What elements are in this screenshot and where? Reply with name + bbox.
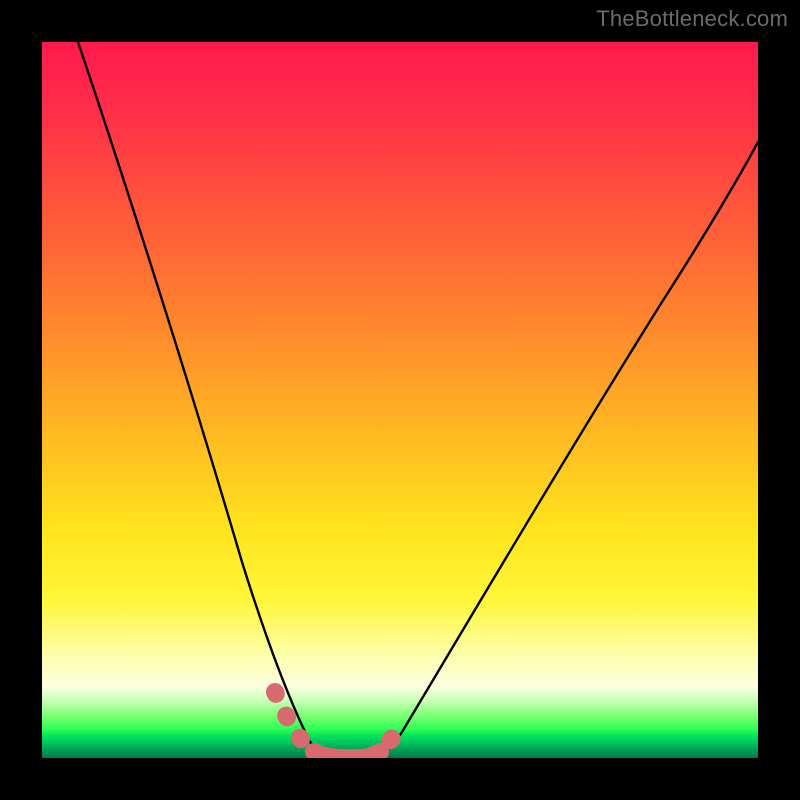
bottom-marker-flat bbox=[314, 752, 380, 758]
main-curve bbox=[78, 42, 758, 758]
plot-area bbox=[42, 42, 758, 758]
watermark-text: TheBottleneck.com bbox=[596, 6, 788, 32]
curve-layer bbox=[42, 42, 758, 758]
chart-frame: TheBottleneck.com bbox=[0, 0, 800, 800]
